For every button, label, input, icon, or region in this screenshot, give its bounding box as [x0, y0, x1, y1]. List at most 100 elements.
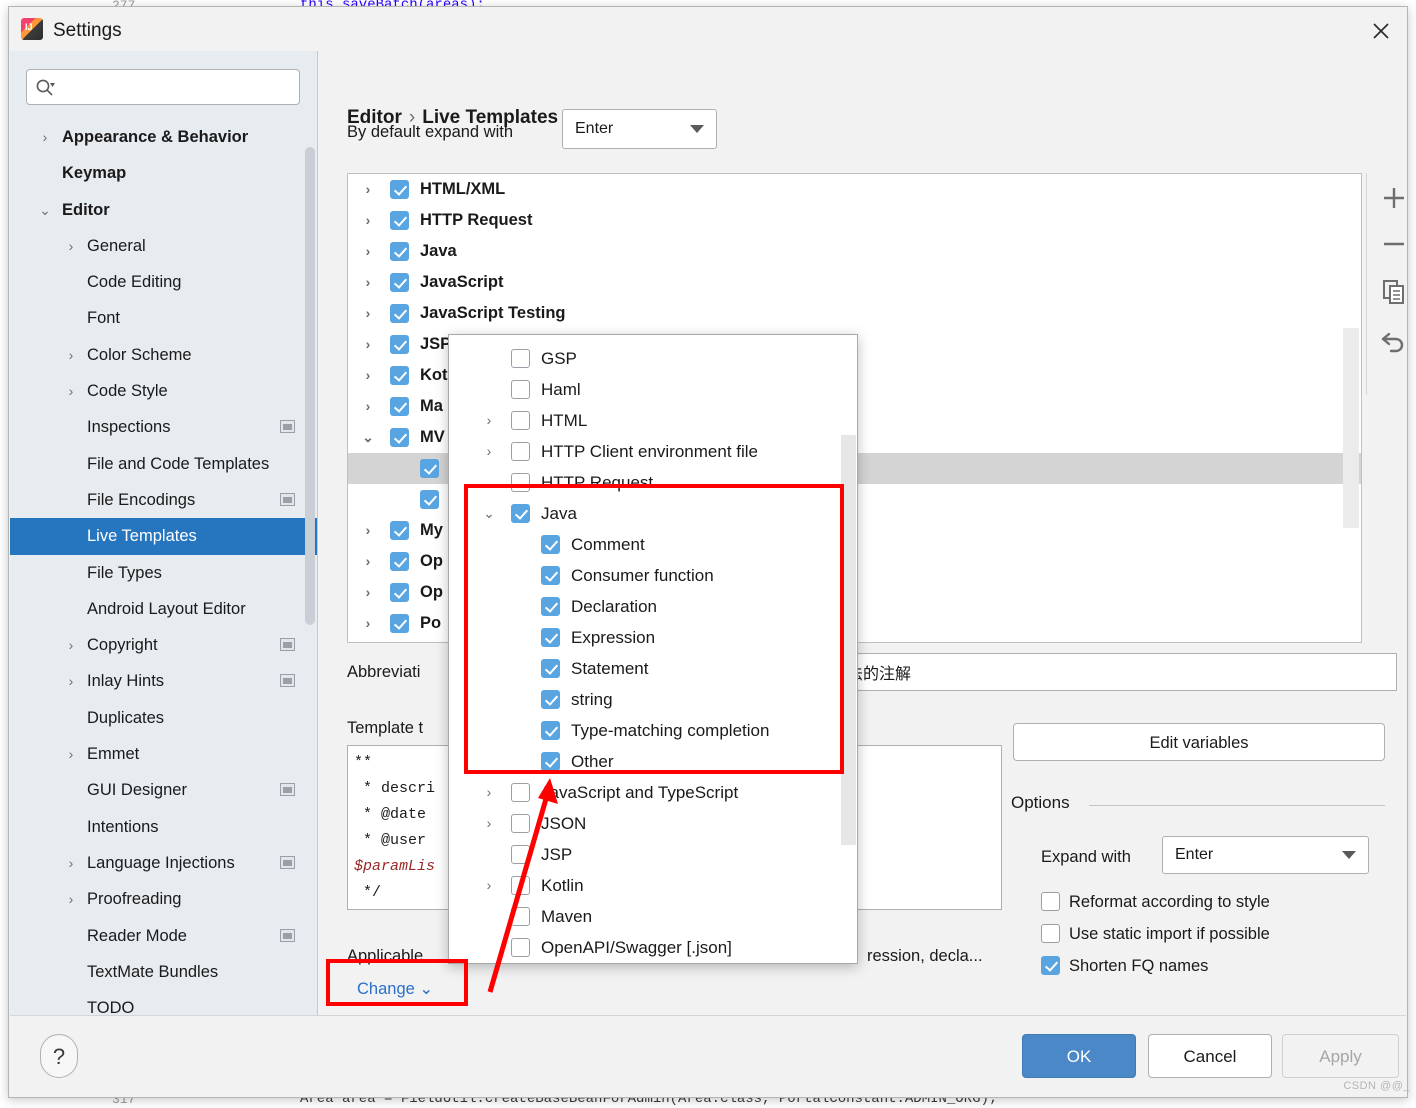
template-group-checkbox[interactable] [420, 490, 439, 509]
search-input[interactable] [63, 70, 293, 106]
expand-with-combo[interactable]: Enter [1162, 836, 1369, 874]
option-checkbox-row[interactable]: Shorten FQ names [1041, 952, 1208, 976]
sidebar-item-emmet[interactable]: › Emmet [10, 736, 317, 772]
sidebar-scrollbar[interactable] [305, 147, 315, 625]
remove-icon[interactable] [1375, 225, 1406, 263]
popup-context-checkbox[interactable] [511, 876, 530, 895]
sidebar-item-general[interactable]: › General [10, 228, 317, 264]
sidebar-item-file-types[interactable]: File Types [10, 555, 317, 591]
copy-icon[interactable] [1375, 273, 1406, 311]
sidebar-item-keymap[interactable]: Keymap [10, 155, 317, 191]
sidebar-item-editor[interactable]: ⌄ Editor [10, 192, 317, 228]
description-input[interactable] [822, 653, 1397, 691]
popup-context-checkbox[interactable] [511, 380, 530, 399]
sidebar-item-code-style[interactable]: › Code Style [10, 373, 317, 409]
template-tree-scrollbar[interactable] [1343, 328, 1359, 528]
sidebar-item-todo[interactable]: TODO [10, 990, 317, 1016]
default-expand-combo[interactable]: Enter [562, 109, 717, 149]
sidebar-item-intentions[interactable]: Intentions [10, 809, 317, 845]
popup-context-checkbox[interactable] [511, 504, 530, 523]
chevron-right-icon[interactable]: › [360, 391, 376, 422]
chevron-right-icon[interactable]: › [481, 870, 497, 901]
popup-context-checkbox[interactable] [541, 535, 560, 554]
template-group-row[interactable]: › Java [348, 236, 1361, 267]
chevron-right-icon[interactable]: › [360, 360, 376, 391]
popup-context-checkbox[interactable] [541, 597, 560, 616]
popup-context-row[interactable]: ⌄ Java [449, 498, 857, 529]
popup-context-checkbox[interactable] [511, 473, 530, 492]
chevron-right-icon[interactable]: › [481, 436, 497, 467]
template-group-checkbox[interactable] [390, 583, 409, 602]
template-tree-scroll-thumb[interactable] [1343, 328, 1359, 528]
close-icon[interactable] [1365, 15, 1397, 45]
popup-context-checkbox[interactable] [541, 628, 560, 647]
popup-context-row[interactable]: › HTTP Client environment file [449, 436, 857, 467]
popup-context-row[interactable]: › JavaScript and TypeScript [449, 777, 857, 808]
template-group-checkbox[interactable] [390, 521, 409, 540]
popup-context-row[interactable]: Declaration [449, 591, 857, 622]
sidebar-item-file-and-code-templates[interactable]: File and Code Templates [10, 446, 317, 482]
template-group-row[interactable]: › JavaScript Testing [348, 298, 1361, 329]
popup-context-row[interactable]: Expression [449, 622, 857, 653]
popup-context-row[interactable]: Other [449, 746, 857, 777]
popup-context-row[interactable]: › Kotlin [449, 870, 857, 901]
popup-context-checkbox[interactable] [511, 411, 530, 430]
template-group-checkbox[interactable] [390, 552, 409, 571]
popup-context-row[interactable]: Haml [449, 374, 857, 405]
chevron-right-icon[interactable]: › [481, 405, 497, 436]
popup-context-checkbox[interactable] [541, 566, 560, 585]
popup-context-row[interactable]: › HTML [449, 405, 857, 436]
chevron-right-icon[interactable]: › [64, 337, 78, 373]
popup-context-row[interactable]: Type-matching completion [449, 715, 857, 746]
popup-context-checkbox[interactable] [511, 845, 530, 864]
popup-scrollbar[interactable] [841, 435, 856, 845]
chevron-right-icon[interactable]: › [360, 267, 376, 298]
chevron-right-icon[interactable]: › [360, 329, 376, 360]
popup-context-row[interactable]: HTTP Request [449, 467, 857, 498]
option-checkbox-row[interactable]: Reformat according to style [1041, 888, 1270, 912]
template-group-checkbox[interactable] [390, 366, 409, 385]
sidebar-item-appearance-behavior[interactable]: › Appearance & Behavior [10, 119, 317, 155]
popup-context-row[interactable]: string [449, 684, 857, 715]
popup-context-checkbox[interactable] [511, 349, 530, 368]
sidebar-item-language-injections[interactable]: › Language Injections [10, 845, 317, 881]
template-group-checkbox[interactable] [390, 428, 409, 447]
template-group-checkbox[interactable] [390, 273, 409, 292]
help-button[interactable]: ? [40, 1034, 78, 1078]
chevron-right-icon[interactable]: › [64, 663, 78, 699]
popup-context-checkbox[interactable] [511, 814, 530, 833]
chevron-down-icon[interactable]: ⌄ [360, 422, 376, 453]
revert-icon[interactable] [1375, 321, 1406, 359]
popup-context-checkbox[interactable] [511, 442, 530, 461]
template-group-row[interactable]: › JavaScript [348, 267, 1361, 298]
template-group-checkbox[interactable] [390, 242, 409, 261]
chevron-right-icon[interactable]: › [481, 777, 497, 808]
popup-context-checkbox[interactable] [511, 938, 530, 957]
popup-context-row[interactable]: GSP [449, 343, 857, 374]
template-group-row[interactable]: › HTML/XML [348, 174, 1361, 205]
chevron-right-icon[interactable]: › [360, 546, 376, 577]
search-box[interactable] [26, 69, 300, 106]
option-checkbox-row[interactable]: Use static import if possible [1041, 920, 1270, 944]
ok-button[interactable]: OK [1022, 1034, 1136, 1078]
popup-context-checkbox[interactable] [541, 690, 560, 709]
option-checkbox[interactable] [1041, 956, 1060, 975]
sidebar-item-copyright[interactable]: › Copyright [10, 627, 317, 663]
cancel-button[interactable]: Cancel [1148, 1034, 1272, 1078]
option-checkbox[interactable] [1041, 924, 1060, 943]
sidebar-item-file-encodings[interactable]: File Encodings [10, 482, 317, 518]
chevron-right-icon[interactable]: › [360, 205, 376, 236]
applicable-contexts-popup[interactable]: GSP Haml › HTML › HTTP Client environment fil… [448, 334, 858, 964]
template-group-checkbox[interactable] [390, 304, 409, 323]
popup-context-row[interactable]: › JSON [449, 808, 857, 839]
chevron-right-icon[interactable]: › [360, 174, 376, 205]
popup-context-checkbox[interactable] [511, 783, 530, 802]
sidebar-item-proofreading[interactable]: › Proofreading [10, 881, 317, 917]
template-group-row[interactable]: › HTTP Request [348, 205, 1361, 236]
chevron-right-icon[interactable]: › [481, 808, 497, 839]
chevron-right-icon[interactable]: › [38, 119, 52, 155]
chevron-right-icon[interactable]: › [360, 236, 376, 267]
sidebar-item-code-editing[interactable]: Code Editing [10, 264, 317, 300]
template-group-checkbox[interactable] [390, 180, 409, 199]
popup-context-checkbox[interactable] [541, 659, 560, 678]
